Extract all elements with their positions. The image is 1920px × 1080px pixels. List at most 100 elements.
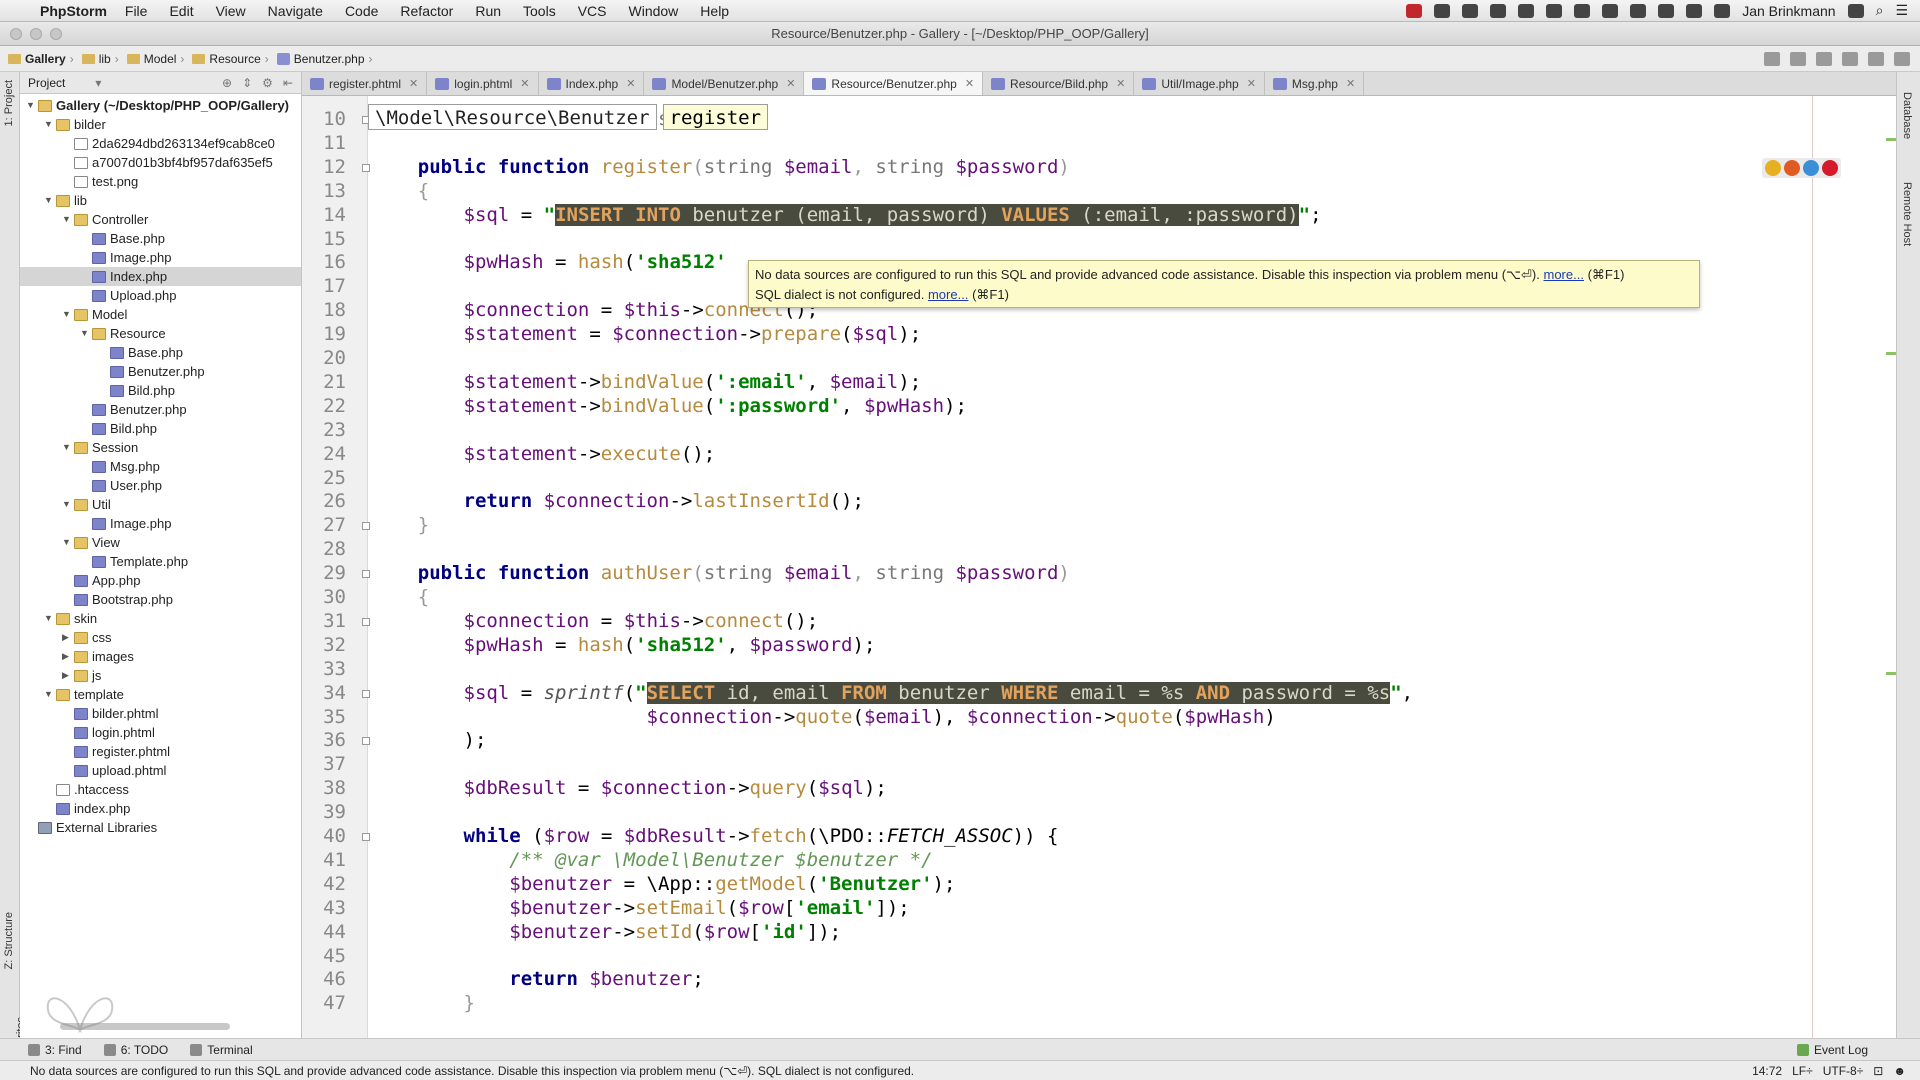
code-line[interactable]: $connection = $this->connect(); xyxy=(372,610,819,632)
tree-item[interactable]: ▼ lib xyxy=(20,191,301,210)
tooltip-more-link-2[interactable]: more... xyxy=(928,287,968,302)
tree-item[interactable]: register.phtml xyxy=(20,742,301,761)
tray-user-icon[interactable] xyxy=(1847,3,1864,18)
listen-debug-icon[interactable] xyxy=(1868,51,1884,66)
terminal-tool-button[interactable]: Terminal xyxy=(190,1043,253,1057)
structure-tool-button[interactable]: Z: Structure xyxy=(3,912,15,969)
run-icon[interactable] xyxy=(1790,51,1806,66)
code-line[interactable]: public function authUser(string $email, … xyxy=(372,562,1070,584)
chevron-right-icon[interactable]: ▶ xyxy=(62,666,74,685)
tray-evernote-icon[interactable] xyxy=(1602,3,1619,18)
close-tab-icon[interactable]: ✕ xyxy=(786,77,795,90)
run-config-dropdown[interactable] xyxy=(1764,51,1780,66)
tree-item[interactable]: Base.php xyxy=(20,229,301,248)
code-line[interactable]: $benutzer = \App::getModel('Benutzer'); xyxy=(372,873,955,895)
code-line[interactable]: $statement->bindValue(':password', $pwHa… xyxy=(372,395,967,417)
fold-marker[interactable] xyxy=(362,570,370,579)
close-tab-icon[interactable]: ✕ xyxy=(1247,77,1256,90)
tray-cloud-icon[interactable] xyxy=(1574,3,1591,18)
code-line[interactable]: public function register(string $email, … xyxy=(372,156,1070,178)
tree-item[interactable]: Upload.php xyxy=(20,286,301,305)
close-tab-icon[interactable]: ✕ xyxy=(1116,77,1125,90)
tree-item[interactable]: ▼ Gallery (~/Desktop/PHP_OOP/Gallery) xyxy=(20,96,301,115)
close-window-button[interactable] xyxy=(10,28,22,40)
tree-item[interactable]: Template.php xyxy=(20,552,301,571)
chevron-down-icon[interactable]: ▼ xyxy=(62,495,74,514)
file-encoding[interactable]: UTF-8÷ xyxy=(1823,1064,1864,1078)
tree-item[interactable]: ▼ Session xyxy=(20,438,301,457)
tray-airplay-icon[interactable] xyxy=(1630,3,1647,18)
todo-tool-button[interactable]: 6: TODO xyxy=(103,1043,168,1057)
chevron-right-icon[interactable]: ▶ xyxy=(62,647,74,666)
tree-item[interactable]: index.php xyxy=(20,799,301,818)
tray-info-icon[interactable] xyxy=(1518,3,1535,18)
spotlight-icon[interactable]: ⌕ xyxy=(1876,2,1884,19)
code-line[interactable]: $statement->bindValue(':email', $email); xyxy=(372,371,922,393)
tray-timemachine-icon[interactable] xyxy=(1714,3,1731,18)
tree-item[interactable]: Bild.php xyxy=(20,381,301,400)
tree-item[interactable]: a7007d01b3bf4bf957daf635ef5 xyxy=(20,153,301,172)
hide-panel-icon[interactable]: ⇤ xyxy=(283,76,293,90)
menu-help[interactable]: Help xyxy=(700,3,729,19)
caret-position[interactable]: 14:72 xyxy=(1752,1064,1782,1078)
tree-item[interactable]: ▼ bilder xyxy=(20,115,301,134)
code-editor[interactable]: 10 11 12 13 14 15 16 17 18 19 20 21 22 23 24 25 26 27 28 29… xyxy=(302,96,1896,1038)
tree-item[interactable]: External Libraries xyxy=(20,818,301,837)
tree-item[interactable]: ▼ Model xyxy=(20,305,301,324)
chevron-down-icon[interactable]: ▼ xyxy=(44,191,56,210)
code-line[interactable]: } xyxy=(372,992,475,1014)
scroll-from-source-icon[interactable]: ⊕ xyxy=(222,76,232,90)
editor-tab[interactable]: Index.php ✕ xyxy=(539,72,645,95)
code-line[interactable]: $pwHash = hash('sha512' xyxy=(372,251,727,273)
opera-icon[interactable] xyxy=(1822,160,1838,176)
close-tab-icon[interactable]: ✕ xyxy=(409,77,418,90)
crumb-resource[interactable]: Resource › xyxy=(192,52,272,66)
tree-item[interactable]: App.php xyxy=(20,571,301,590)
menu-edit[interactable]: Edit xyxy=(169,3,193,19)
tree-item[interactable]: ▶ js xyxy=(20,666,301,685)
tray-record-icon[interactable] xyxy=(1406,3,1423,18)
tray-app-icon[interactable] xyxy=(1462,3,1479,18)
chevron-down-icon[interactable]: ▼ xyxy=(62,533,74,552)
tree-item[interactable]: upload.phtml xyxy=(20,761,301,780)
tree-item[interactable]: Index.php xyxy=(20,267,301,286)
code-line[interactable]: $benutzer->setEmail($row['email']); xyxy=(372,897,909,919)
tree-item[interactable]: ▶ css xyxy=(20,628,301,647)
code-line[interactable]: $statement->execute(); xyxy=(372,443,716,465)
tray-dropbox-icon[interactable] xyxy=(1434,3,1451,18)
tree-item[interactable]: ▼ Controller xyxy=(20,210,301,229)
hector-icon[interactable]: ☻ xyxy=(1893,1064,1906,1078)
search-everywhere-icon[interactable] xyxy=(1894,51,1910,66)
tree-item[interactable]: ▼ template xyxy=(20,685,301,704)
code-line[interactable]: $sql = sprintf("SELECT id, email FROM be… xyxy=(372,681,1413,704)
menu-run[interactable]: Run xyxy=(475,3,501,19)
tree-item[interactable]: Benutzer.php xyxy=(20,400,301,419)
tree-item[interactable]: bilder.phtml xyxy=(20,704,301,723)
chevron-down-icon[interactable]: ▾ xyxy=(95,76,101,90)
chevron-down-icon[interactable]: ▼ xyxy=(44,609,56,628)
chevron-down-icon[interactable]: ▼ xyxy=(62,438,74,457)
crumb-lib[interactable]: lib › xyxy=(81,52,123,66)
code-line[interactable]: $connection->quote($email), $connection-… xyxy=(372,706,1276,728)
collapse-all-icon[interactable]: ⇕ xyxy=(242,76,252,90)
menu-refactor[interactable]: Refactor xyxy=(400,3,453,19)
menu-file[interactable]: File xyxy=(125,3,148,19)
tray-display-icon[interactable] xyxy=(1546,3,1563,18)
menu-vcs[interactable]: VCS xyxy=(578,3,607,19)
fold-marker[interactable] xyxy=(362,833,370,841)
firefox-icon[interactable] xyxy=(1784,160,1800,176)
editor-crumb-class[interactable]: \Model\Resource\Benutzer xyxy=(368,104,657,130)
code-line[interactable]: $statement = $connection->prepare($sql); xyxy=(372,323,922,345)
close-tab-icon[interactable]: ✕ xyxy=(520,77,529,90)
chevron-right-icon[interactable]: ▶ xyxy=(62,628,74,647)
code-line[interactable]: $benutzer->setId($row['id']); xyxy=(372,921,841,943)
tree-item[interactable]: Image.php xyxy=(20,248,301,267)
tree-item[interactable]: ▼ Util xyxy=(20,495,301,514)
menu-code[interactable]: Code xyxy=(345,3,378,19)
project-tool-button[interactable]: 1: Project xyxy=(3,80,15,126)
chevron-down-icon[interactable]: ▼ xyxy=(44,115,56,134)
tree-item[interactable]: .htaccess xyxy=(20,780,301,799)
chevron-down-icon[interactable]: ▼ xyxy=(62,210,74,229)
app-menu[interactable]: PhpStorm xyxy=(40,3,107,19)
tree-item[interactable]: test.png xyxy=(20,172,301,191)
